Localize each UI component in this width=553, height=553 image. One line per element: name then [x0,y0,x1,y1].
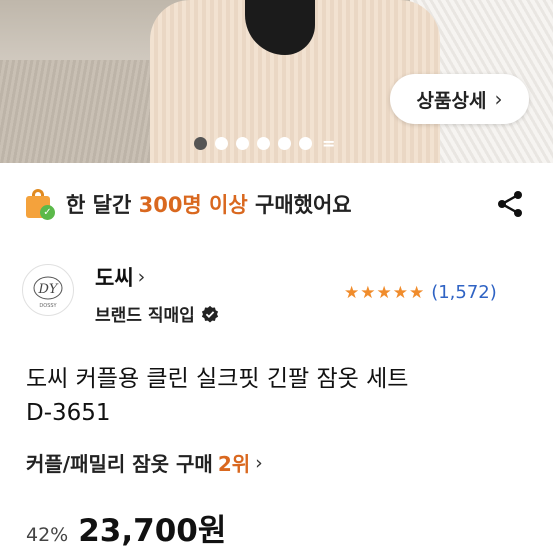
chevron-right-icon: › [494,87,503,111]
shopping-bag-check-icon: ✓ [24,188,56,220]
review-count[interactable]: (1,572) [431,282,497,303]
dossy-brand-logo: DY DOSSY [33,276,63,309]
purchase-count-banner: ✓ 한 달간 300명 이상 구매했어요 [24,186,352,222]
chevron-right-icon: › [255,451,263,474]
svg-text:DY: DY [37,282,58,297]
carousel-dot[interactable] [278,137,291,150]
carousel-more-indicator: = [322,134,336,153]
category-ranking-link[interactable]: 커플/패밀리 잠옷 구매 2위 › [26,448,263,477]
share-icon[interactable] [494,188,526,220]
discount-rate: 42% [26,524,69,546]
carousel-dot[interactable] [299,137,312,150]
verified-badge-icon [201,305,218,322]
chevron-right-icon: › [137,266,146,288]
purchase-count-highlight: 300명 이상 [138,193,248,217]
product-detail-label: 상품상세 [416,89,487,112]
product-detail-button[interactable]: 상품상세 › [390,74,529,124]
brand-name: 도씨 [95,266,134,290]
ranking-position: 2위 [217,452,251,476]
carousel-indicator: = [194,134,336,153]
rating-stars: ★★★★★ [344,282,426,303]
brand-direct-purchase: 브랜드 직매입 [95,301,219,326]
carousel-dot[interactable] [236,137,249,150]
svg-text:DOSSY: DOSSY [39,303,57,309]
product-model-code: D-3651 [26,400,111,426]
sale-price: 23,700원 [78,513,227,549]
brand-logo[interactable]: DY DOSSY [22,264,74,316]
brand-name-link[interactable]: 도씨 › [95,262,145,292]
carousel-dot[interactable] [215,137,228,150]
product-image-carousel[interactable]: 상품상세 › = [0,0,553,163]
ranking-category-label: 커플/패밀리 잠옷 구매 [26,452,213,476]
product-title: 도씨 커플용 클린 실크핏 긴팔 잠옷 세트 D-3651 [26,362,526,430]
purchase-count-text: 한 달간 300명 이상 구매했어요 [66,193,352,217]
brand-direct-purchase-label: 브랜드 직매입 [95,306,195,326]
price-block: 42% 23,700원 [26,505,226,550]
carousel-dot-active[interactable] [194,137,207,150]
carousel-dot[interactable] [257,137,270,150]
product-rating[interactable]: ★★★★★ (1,572) [344,282,497,303]
product-title-line: 도씨 커플용 클린 실크핏 긴팔 잠옷 세트 [26,366,409,392]
